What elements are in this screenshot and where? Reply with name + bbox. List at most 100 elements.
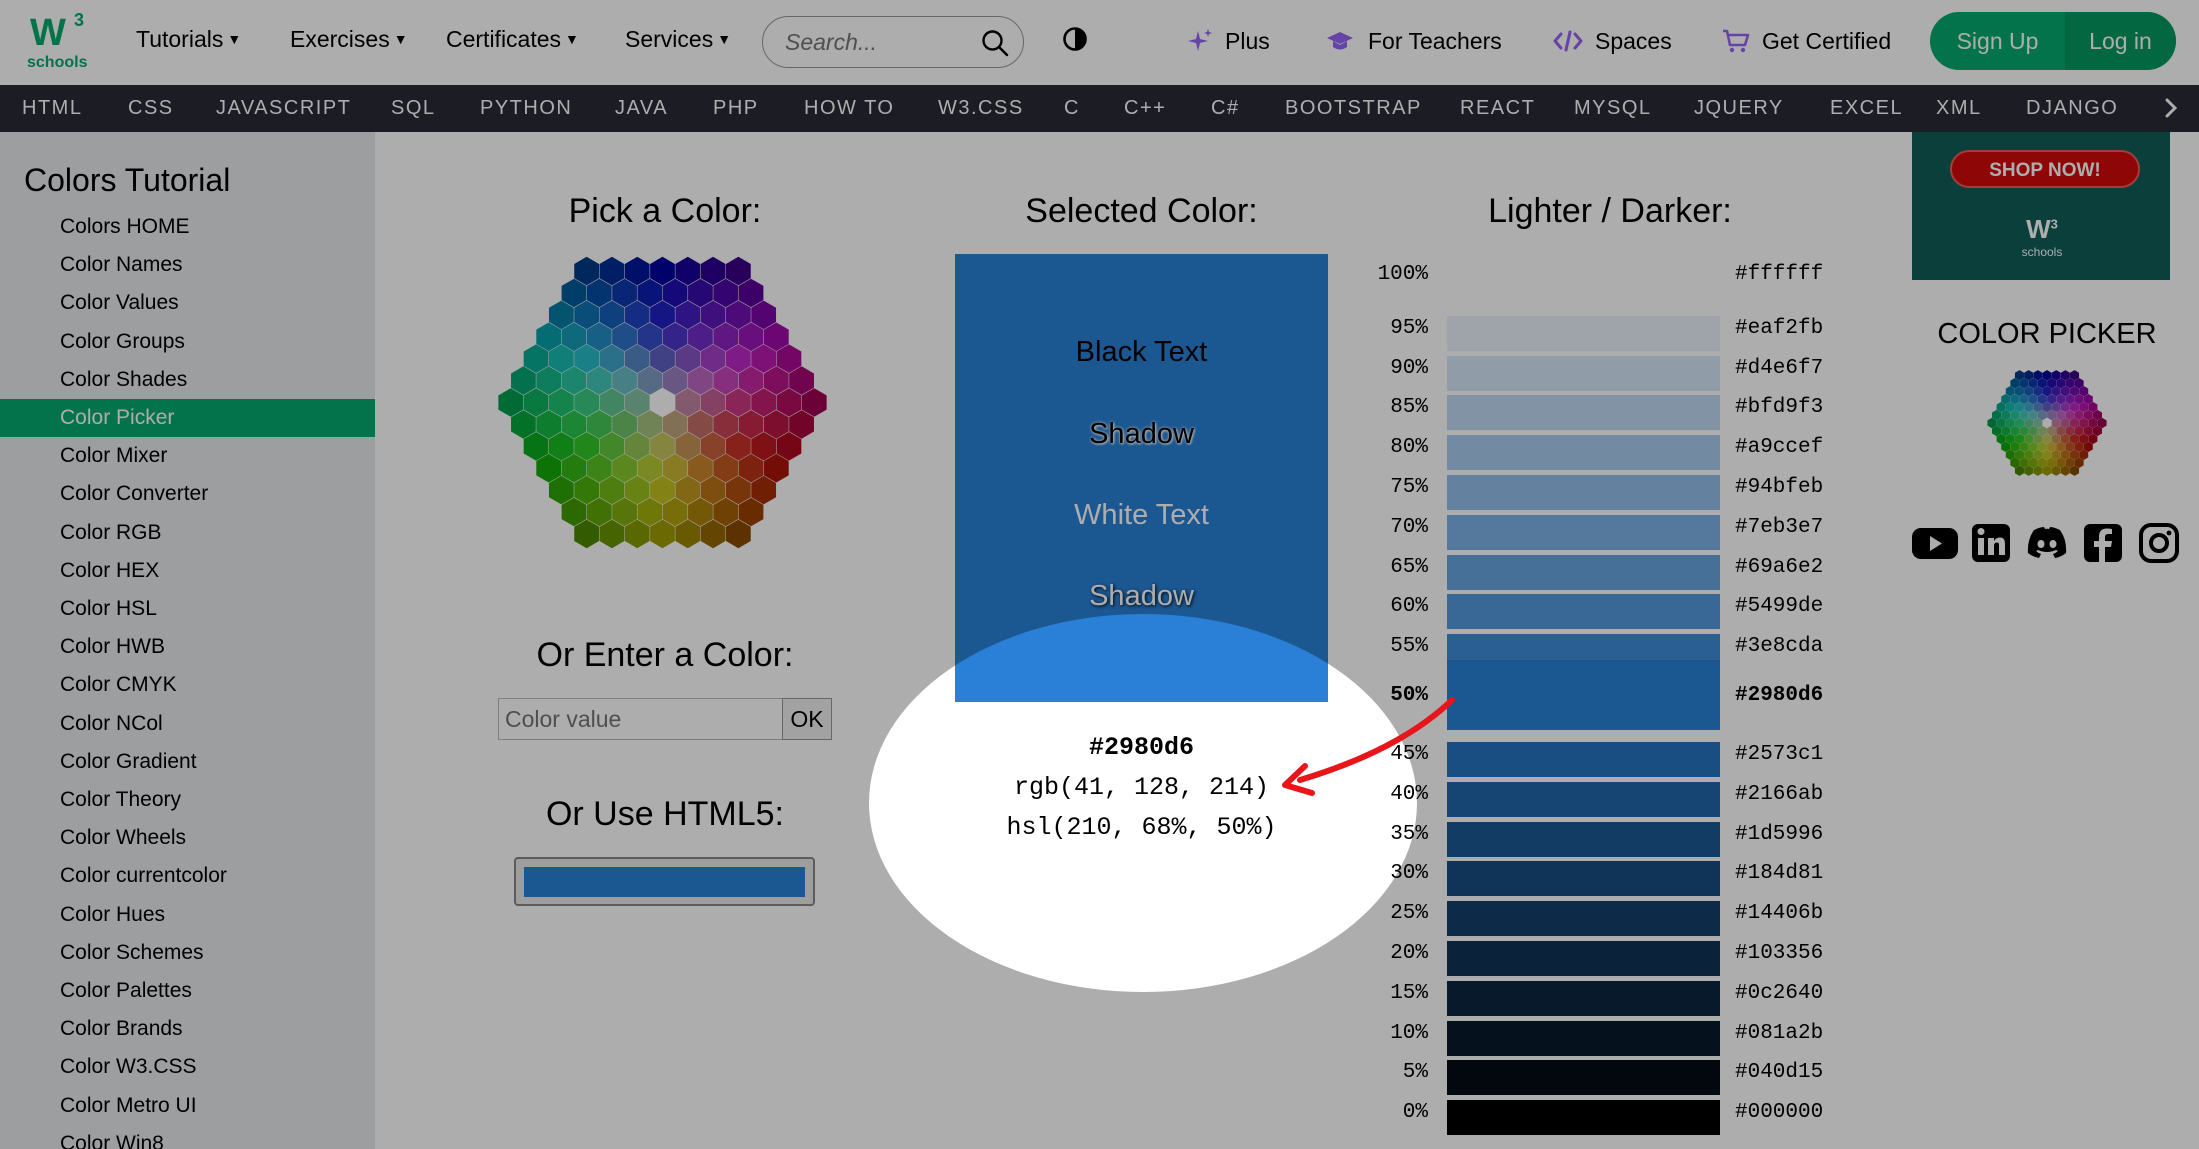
search-input[interactable] [785, 27, 975, 57]
sidebar-item-color-groups[interactable]: Color Groups [0, 323, 375, 361]
nav-bootstrap[interactable]: BOOTSTRAP [1285, 85, 1422, 132]
facebook-icon[interactable] [2078, 518, 2128, 568]
shade-swatch[interactable] [1447, 395, 1720, 431]
shade-hex: #14406b [1735, 902, 1824, 926]
shade-swatch[interactable] [1447, 315, 1720, 351]
discord-icon[interactable] [2022, 518, 2072, 568]
shade-swatch[interactable] [1447, 554, 1720, 590]
nav-xml[interactable]: XML [1936, 85, 1982, 132]
linkedin-icon[interactable] [1966, 518, 2016, 568]
shade-swatch[interactable] [1447, 660, 1720, 730]
sidebar-item-color-palettes[interactable]: Color Palettes [0, 972, 375, 1010]
nav-c[interactable]: C [1064, 85, 1080, 132]
color-picker-promo-icon[interactable] [1985, 368, 2109, 478]
search-icon[interactable] [981, 29, 1009, 57]
ad-banner[interactable]: SHOP NOW! W3 schools [1912, 132, 2170, 280]
sidebar-item-color-names[interactable]: Color Names [0, 246, 375, 284]
sidebar-item-color-wheels[interactable]: Color Wheels [0, 819, 375, 857]
sidebar-item-color-hex[interactable]: Color HEX [0, 552, 375, 590]
nav-php[interactable]: PHP [713, 85, 759, 132]
sidebar-item-color-shades[interactable]: Color Shades [0, 361, 375, 399]
sidebar-item-color-schemes[interactable]: Color Schemes [0, 934, 375, 972]
plus-link[interactable]: Plus [1187, 28, 1270, 55]
shade-hex: #bfd9f3 [1735, 396, 1824, 420]
menu-tutorials[interactable]: Tutorials ▼ [136, 26, 241, 53]
shade-swatch[interactable] [1447, 821, 1720, 857]
selected-color-heading: Selected Color: [1025, 192, 1258, 230]
shade-swatch[interactable] [1447, 1100, 1720, 1136]
menu-services[interactable]: Services ▼ [625, 26, 731, 53]
shade-swatch[interactable] [1447, 781, 1720, 817]
sidebar-item-color-converter[interactable]: Color Converter [0, 475, 375, 513]
sign-up-button[interactable]: Sign Up [1930, 12, 2065, 70]
nav-python[interactable]: PYTHON [480, 85, 572, 132]
shade-swatch[interactable] [1447, 742, 1720, 777]
sidebar-item-color-theory[interactable]: Color Theory [0, 781, 375, 819]
nav-css[interactable]: CSS [128, 85, 174, 132]
shop-now-button[interactable]: SHOP NOW! [1950, 150, 2140, 188]
sidebar-item-color-cmyk[interactable]: Color CMYK [0, 666, 375, 704]
get-certified-link[interactable]: Get Certified [1722, 28, 1891, 55]
menu-certificates[interactable]: Certificates ▼ [446, 26, 579, 53]
shade-swatch[interactable] [1447, 514, 1720, 550]
shade-percent: 95% [1390, 316, 1428, 340]
nav-mysql[interactable]: MYSQL [1574, 85, 1652, 132]
color-hexagon-map[interactable] [485, 250, 840, 555]
nav-w3css[interactable]: W3.CSS [938, 85, 1024, 132]
sidebar-item-color-values[interactable]: Color Values [0, 284, 375, 322]
nav-csharp[interactable]: C# [1211, 85, 1240, 132]
nav-html[interactable]: HTML [22, 85, 82, 132]
shade-swatch[interactable] [1447, 594, 1720, 630]
sidebar-item-color-ncol[interactable]: Color NCol [0, 705, 375, 743]
shade-swatch[interactable] [1447, 901, 1720, 937]
shade-percent: 100% [1377, 263, 1428, 286]
nav-sql[interactable]: SQL [391, 85, 436, 132]
sidebar-item-color-mixer[interactable]: Color Mixer [0, 437, 375, 475]
nav-django[interactable]: DJANGO [2026, 85, 2118, 132]
shade-hex: #184d81 [1735, 862, 1824, 886]
html5-color-input[interactable] [514, 857, 815, 906]
sidebar-item-color-brands[interactable]: Color Brands [0, 1010, 375, 1048]
shade-swatch[interactable] [1447, 1020, 1720, 1056]
nav-excel[interactable]: EXCEL [1830, 85, 1903, 132]
color-value-input[interactable] [498, 698, 782, 740]
shade-swatch[interactable] [1447, 475, 1720, 510]
shade-swatch[interactable] [1447, 435, 1720, 471]
sidebar-item-color-metro-ui[interactable]: Color Metro UI [0, 1087, 375, 1125]
nav-cpp[interactable]: C++ [1124, 85, 1166, 132]
sidebar-item-color-picker[interactable]: Color Picker [0, 399, 375, 437]
spaces-link[interactable]: Spaces [1553, 28, 1672, 55]
youtube-icon[interactable] [1910, 518, 1960, 568]
logo-sup: 3 [74, 10, 85, 30]
sidebar-item-color-gradient[interactable]: Color Gradient [0, 743, 375, 781]
for-teachers-link[interactable]: For Teachers [1326, 28, 1502, 55]
sidebar-item-color-rgb[interactable]: Color RGB [0, 514, 375, 552]
sidebar-item-color-currentcolor[interactable]: Color currentcolor [0, 857, 375, 895]
shade-swatch[interactable] [1447, 941, 1720, 976]
shade-swatch[interactable] [1447, 861, 1720, 897]
instagram-icon[interactable] [2134, 518, 2184, 568]
nav-jquery[interactable]: JQUERY [1694, 85, 1784, 132]
shade-swatch[interactable] [1447, 355, 1720, 391]
nav-how-to[interactable]: HOW TO [804, 85, 894, 132]
sidebar-item-color-hwb[interactable]: Color HWB [0, 628, 375, 666]
selected-color-preview: Black Text Shadow White Text Shadow [955, 254, 1328, 702]
menu-exercises[interactable]: Exercises ▼ [290, 26, 408, 53]
html5-color-swatch [524, 867, 805, 897]
sidebar-item-color-w3-css[interactable]: Color W3.CSS [0, 1048, 375, 1086]
log-in-button[interactable]: Log in [2065, 12, 2176, 70]
sidebar-item-color-hsl[interactable]: Color HSL [0, 590, 375, 628]
shade-swatch[interactable] [1447, 980, 1720, 1016]
ok-button[interactable]: OK [782, 698, 832, 740]
sidebar-item-colors-home[interactable]: Colors HOME [0, 208, 375, 246]
shade-percent: 10% [1390, 1021, 1428, 1045]
w3schools-logo[interactable]: W 3 schools [24, 10, 90, 72]
chevron-right-icon[interactable] [2160, 97, 2182, 119]
sidebar-item-color-hues[interactable]: Color Hues [0, 896, 375, 934]
nav-java[interactable]: JAVA [615, 85, 668, 132]
sidebar-item-color-win8[interactable]: Color Win8 [0, 1125, 375, 1149]
shade-swatch[interactable] [1447, 1060, 1720, 1096]
nav-react[interactable]: REACT [1460, 85, 1535, 132]
contrast-toggle-icon[interactable] [1062, 26, 1088, 52]
nav-javascript[interactable]: JAVASCRIPT [216, 85, 351, 132]
